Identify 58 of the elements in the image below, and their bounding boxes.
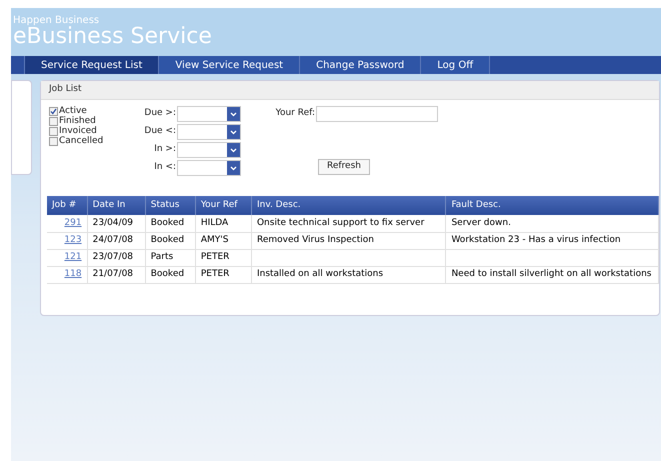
table-cell: Booked [150,234,184,245]
table-cell: Need to install silverlight on all workstations [451,268,652,279]
checked-checkbox-icon[interactable] [49,106,58,116]
checkbox-icon[interactable] [49,126,58,136]
your-ref-field[interactable] [316,106,438,122]
date-filter-label: Due >: [144,107,176,120]
nav-tab[interactable]: Service Request List [25,56,160,74]
table-cell: Removed Virus Inspection [256,234,374,245]
date-dropdown[interactable] [177,142,241,158]
brand-title: eBusiness Service [13,26,213,48]
table-cell: PETER [200,268,230,279]
table-cell: 23/04/09 [92,218,134,228]
table-cell: AMY'S [200,234,228,245]
table-cell: PETER [200,252,230,262]
job-link[interactable]: 123 [64,234,82,245]
chevron-down-icon [227,161,240,175]
refresh-button[interactable]: Refresh [318,159,370,175]
status-checkbox[interactable]: Active [49,106,117,116]
table-cell: 23/07/08 [92,252,134,262]
checkbox-icon[interactable] [49,136,58,146]
job-link[interactable]: 118 [64,268,82,279]
table-cell: Booked [150,218,184,228]
nav-tab[interactable]: Change Password [300,56,422,74]
nav-tab[interactable]: View Service Request [159,56,300,74]
chevron-down-icon [227,143,240,157]
table-cell: Workstation 23 - Has a virus infection [451,234,621,245]
date-dropdown[interactable] [177,106,241,122]
table-cell: HILDA [200,218,228,228]
panel-title: Job List [49,83,82,96]
job-link[interactable]: 121 [64,252,82,262]
checkbox-icon[interactable] [49,116,58,126]
table-cell: Booked [150,268,184,279]
date-filter-label: In <: [154,161,176,174]
status-checkbox[interactable]: Cancelled [49,136,117,146]
column-header: Job # [47,196,88,215]
column-header: Date In [87,196,146,215]
job-link[interactable]: 291 [64,218,82,228]
table-cell: 21/07/08 [92,268,134,279]
chevron-down-icon [227,107,240,121]
date-dropdown[interactable] [177,124,241,140]
date-filter-label: In >: [154,143,176,156]
table-cell: Parts [150,252,174,262]
status-checkbox[interactable]: Finished [49,116,117,126]
chevron-down-icon [227,125,240,139]
date-filter-label: Due <: [144,125,176,138]
table-cell: Onsite technical support to fix server [256,218,424,228]
nav-tab[interactable]: Log Off [421,56,490,74]
date-dropdown[interactable] [177,160,241,176]
column-header: Your Ref [195,196,252,215]
your-ref-label: Your Ref: [276,107,315,120]
column-header: Fault Desc. [446,196,658,215]
brand-subtitle: Happen Business [13,16,100,26]
status-checkbox[interactable]: Invoiced [49,126,117,136]
table-cell: 24/07/08 [92,234,134,245]
column-header: Inv. Desc. [251,196,446,215]
table-cell: Installed on all workstations [256,268,384,279]
table-cell: Server down. [451,218,511,228]
column-header: Status [145,196,196,215]
